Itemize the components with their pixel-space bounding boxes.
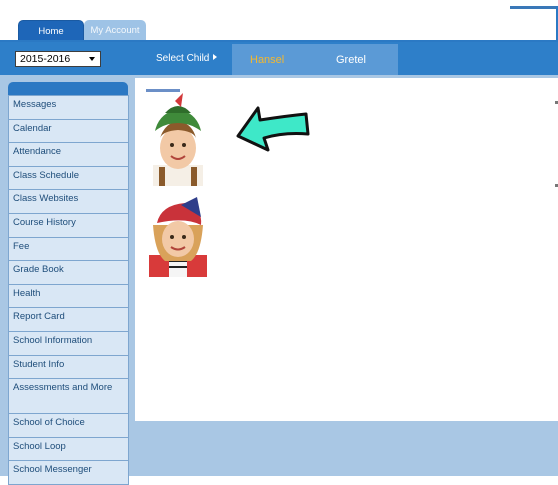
child-tab-hansel[interactable]: Hansel (250, 54, 284, 66)
sidebar: Messages Calendar Attendance Class Sched… (0, 75, 135, 485)
sidebar-item-course-history[interactable]: Course History (8, 212, 129, 238)
child-tabs: Hansel Gretel (232, 44, 398, 75)
sidebar-item-class-schedule[interactable]: Class Schedule (8, 165, 129, 191)
navigation-bar: 2015-2016 Select Child Hansel Gretel (0, 42, 558, 75)
sidebar-item-fee[interactable]: Fee (8, 236, 129, 262)
school-year-value: 2015-2016 (20, 53, 71, 65)
sidebar-item-report-card[interactable]: Report Card (8, 307, 129, 332)
sidebar-item-school-loop[interactable]: School Loop (8, 436, 129, 462)
child-tab-gretel[interactable]: Gretel (336, 54, 366, 66)
sidebar-item-calendar[interactable]: Calendar (8, 118, 129, 144)
top-decoration (510, 6, 558, 9)
tab-home[interactable]: Home (18, 20, 84, 42)
sidebar-item-school-information[interactable]: School Information (8, 330, 129, 356)
sidebar-item-assessments[interactable]: Assessments and More (8, 378, 129, 415)
sidebar-header (8, 82, 128, 96)
child-photo-gretel[interactable] (145, 195, 211, 277)
sidebar-item-class-websites[interactable]: Class Websites (8, 189, 129, 214)
tab-my-account[interactable]: My Account (84, 20, 146, 41)
photo-header-line (146, 89, 180, 92)
sidebar-item-grade-book[interactable]: Grade Book (8, 260, 129, 285)
caret-right-icon (213, 54, 218, 60)
sidebar-menu: Messages Calendar Attendance Class Sched… (8, 95, 129, 485)
pointing-arrow-icon (236, 106, 310, 152)
select-child-label: Select Child (156, 53, 218, 64)
school-year-select[interactable]: 2015-2016 (15, 51, 101, 67)
sidebar-item-school-messenger[interactable]: School Messenger (8, 460, 129, 485)
dropdown-arrow-icon (89, 57, 95, 61)
select-child-text: Select Child (156, 53, 210, 64)
sidebar-item-messages[interactable]: Messages (8, 95, 129, 120)
sidebar-item-school-of-choice[interactable]: School of Choice (8, 413, 129, 438)
sidebar-item-attendance[interactable]: Attendance (8, 142, 129, 167)
child-photo-hansel[interactable] (145, 93, 211, 186)
sidebar-item-student-info[interactable]: Student Info (8, 354, 129, 380)
sidebar-item-health[interactable]: Health (8, 283, 129, 309)
top-tab-bar: Home My Account (0, 0, 558, 42)
